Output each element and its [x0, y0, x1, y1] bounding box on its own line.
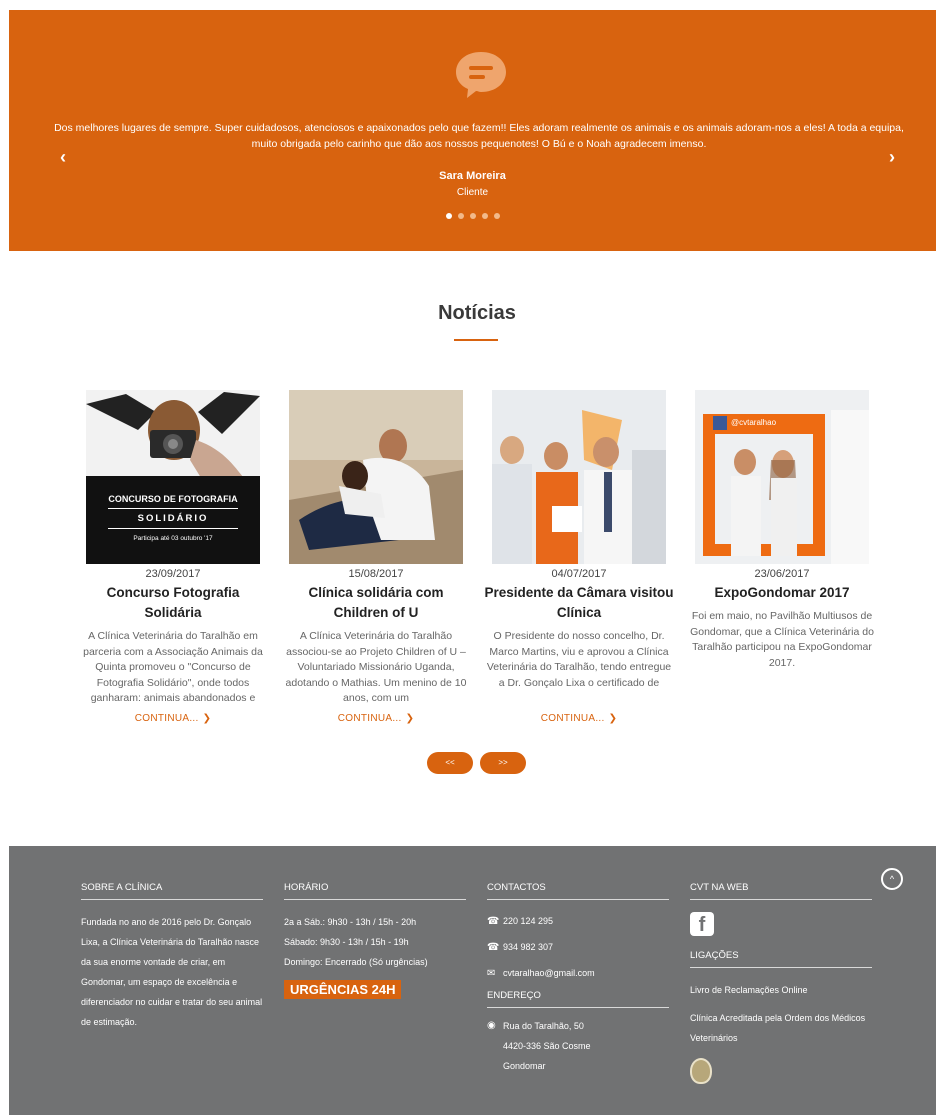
footer-heading: CONTACTOS	[487, 882, 669, 900]
envelope-icon: ✉	[487, 967, 496, 979]
chevron-right-icon: ❯	[202, 713, 212, 724]
news-date: 23/09/2017	[145, 568, 201, 580]
testimonial-author: Sara Moreira	[439, 170, 506, 182]
hours-saturday: Sábado: 9h30 - 13h / 15h - 19h	[284, 937, 409, 947]
news-date: 04/07/2017	[551, 568, 607, 580]
news-card: 15/08/2017 Clínica solidária com Childre…	[281, 390, 471, 724]
chevron-right-icon: ❯	[608, 713, 618, 724]
footer-address: ◉ Rua do Taralhão, 50 4420-336 São Cosme …	[487, 1016, 669, 1076]
news-title[interactable]: Clínica solidária com Children of U	[281, 583, 471, 623]
contact-email[interactable]: ✉ cvtaralhao@gmail.com	[487, 960, 669, 986]
news-excerpt: O Presidente do nosso concelho, Dr. Marc…	[486, 630, 672, 689]
news-date: 23/06/2017	[754, 568, 810, 580]
accreditation-link[interactable]: Clínica Acreditada pela Ordem dos Médico…	[690, 1008, 872, 1048]
news-image-children-of-u[interactable]	[289, 390, 463, 564]
chevron-left-icon[interactable]: ‹	[55, 148, 71, 166]
news-excerpt: Foi em maio, no Pavilhão Multiusos de Go…	[690, 610, 874, 669]
slider-dot-5[interactable]	[493, 213, 500, 219]
testimonial-slider: Dos melhores lugares de sempre. Super cu…	[9, 10, 936, 251]
site-footer: ^ SOBRE A CLÍNICA Fundada no ano de 2016…	[9, 846, 936, 1115]
map-pin-icon: ◉	[487, 1020, 496, 1031]
image-caption: SOLIDÁRIO	[137, 513, 209, 524]
phone-icon: ☎	[487, 941, 500, 953]
testimonial-role: Cliente	[456, 187, 489, 198]
news-image-mayor-visit[interactable]	[492, 390, 666, 564]
news-title[interactable]: ExpoGondomar 2017	[687, 583, 877, 603]
chevron-right-icon[interactable]: ›	[884, 148, 900, 166]
footer-web: CVT NA WEB f LIGAÇÕES Livro de Reclamaçõ…	[690, 882, 872, 1084]
chevron-right-icon: ❯	[405, 713, 415, 724]
image-caption: Participa até 03 outubro '17	[133, 535, 213, 542]
news-section-title: Notícias	[438, 302, 516, 324]
contact-phone-2[interactable]: ☎ 934 982 307	[487, 934, 669, 960]
slider-dot-4[interactable]	[481, 213, 488, 219]
testimonial-quote: Dos melhores lugares de sempre. Super cu…	[54, 122, 904, 150]
contact-phone-1[interactable]: ☎ 220 124 295	[487, 908, 669, 934]
read-more-link[interactable]: CONTINUA... ❯	[281, 713, 471, 724]
image-caption: CONCURSO DE FOTOGRAFIA	[108, 494, 238, 504]
hours-weekdays: 2a a Sáb.: 9h30 - 13h / 15h - 20h	[284, 917, 417, 927]
veterinary-order-seal-icon[interactable]	[690, 1058, 712, 1084]
slider-dots	[9, 213, 936, 219]
footer-heading: HORÁRIO	[284, 882, 466, 900]
news-title[interactable]: Concurso Fotografia Solidária	[78, 583, 268, 623]
news-card: CONCURSO DE FOTOGRAFIA SOLIDÁRIO Partici…	[78, 390, 268, 724]
footer-about-text: Fundada no ano de 2016 pelo Dr. Gonçalo …	[81, 917, 263, 1027]
news-card: @cvtaralhao 23/06/2017 ExpoGondomar 2017…	[687, 390, 877, 687]
phone-icon: ☎	[487, 915, 500, 927]
hours-sunday: Domingo: Encerrado (Só urgências)	[284, 957, 428, 967]
back-to-top-button[interactable]: ^	[881, 868, 903, 890]
title-underline	[454, 339, 498, 341]
footer-contacts: CONTACTOS ☎ 220 124 295 ☎ 934 982 307 ✉ cvt…	[487, 882, 669, 1076]
news-excerpt: A Clínica Veterinária do Taralhão associ…	[285, 630, 467, 704]
complaints-book-link[interactable]: Livro de Reclamações Online	[690, 980, 872, 1000]
footer-about: SOBRE A CLÍNICA Fundada no ano de 2016 p…	[81, 882, 263, 1032]
news-image-expogondomar[interactable]: @cvtaralhao	[695, 390, 869, 564]
urgent-badge: URGÊNCIAS 24H	[284, 980, 402, 999]
footer-heading: LIGAÇÕES	[690, 950, 872, 968]
image-caption: @cvtaralhao	[731, 418, 777, 427]
footer-heading: ENDEREÇO	[487, 990, 669, 1008]
slider-dot-2[interactable]	[457, 213, 464, 219]
slider-dot-3[interactable]	[469, 213, 476, 219]
footer-heading: CVT NA WEB	[690, 882, 872, 900]
news-date: 15/08/2017	[348, 568, 404, 580]
footer-heading: SOBRE A CLÍNICA	[81, 882, 263, 900]
speech-bubble-icon	[456, 52, 506, 98]
slider-dot-1[interactable]	[445, 213, 452, 219]
news-title[interactable]: Presidente da Câmara visitou Clínica	[484, 583, 674, 623]
read-more-link[interactable]: CONTINUA... ❯	[78, 713, 268, 724]
news-excerpt: A Clínica Veterinária do Taralhão em par…	[83, 630, 263, 704]
pagination-prev-button[interactable]: <<	[427, 752, 473, 774]
facebook-icon[interactable]: f	[690, 912, 714, 936]
pagination-next-button[interactable]: >>	[480, 752, 526, 774]
news-card: 04/07/2017 Presidente da Câmara visitou …	[484, 390, 674, 724]
news-image-photo-contest[interactable]: CONCURSO DE FOTOGRAFIA SOLIDÁRIO Partici…	[86, 390, 260, 564]
footer-hours: HORÁRIO 2a a Sáb.: 9h30 - 13h / 15h - 20…	[284, 882, 466, 999]
read-more-link[interactable]: CONTINUA... ❯	[484, 713, 674, 724]
